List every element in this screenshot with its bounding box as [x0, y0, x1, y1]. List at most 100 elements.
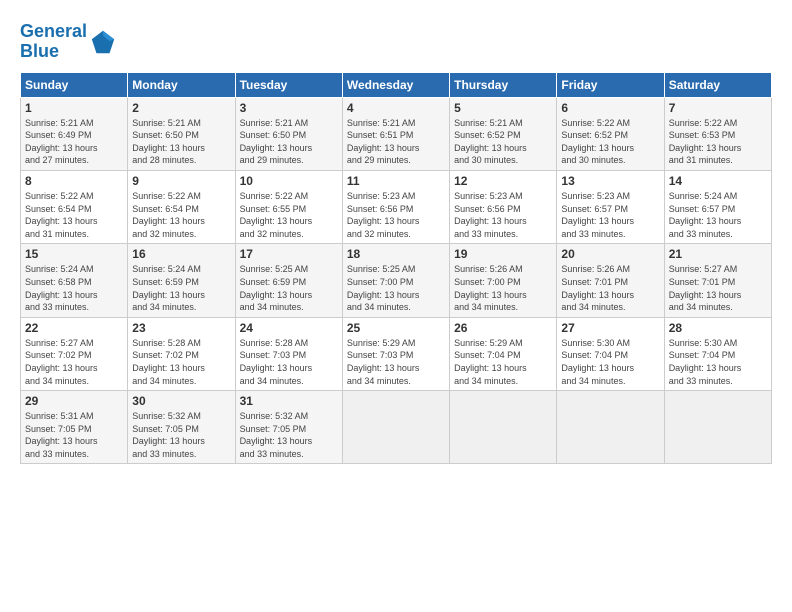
day-number: 4: [347, 101, 445, 115]
day-number: 24: [240, 321, 338, 335]
day-info: Sunrise: 5:22 AMSunset: 6:52 PMDaylight:…: [561, 117, 659, 167]
calendar-day-cell: 11 Sunrise: 5:23 AMSunset: 6:56 PMDayligh…: [342, 170, 449, 243]
calendar-day-cell: 28Sunrise: 5:30 AMSunset: 7:04 PMDayligh…: [664, 317, 771, 390]
calendar-day-cell: 30 Sunrise: 5:32 AMSunset: 7:05 PMDayligh…: [128, 391, 235, 464]
day-number: 10: [240, 174, 338, 188]
calendar-day-cell: 13 Sunrise: 5:23 AMSunset: 6:57 PMDayligh…: [557, 170, 664, 243]
day-info: Sunrise: 5:25 AMSunset: 6:59 PMDaylight:…: [240, 263, 338, 313]
calendar-day-cell: 4 Sunrise: 5:21 AMSunset: 6:51 PMDaylight…: [342, 97, 449, 170]
calendar-day-cell: 1 Sunrise: 5:21 AMSunset: 6:49 PMDaylight…: [21, 97, 128, 170]
day-info: Sunrise: 5:25 AMSunset: 7:00 PMDaylight:…: [347, 263, 445, 313]
calendar-day-cell: 3 Sunrise: 5:21 AMSunset: 6:50 PMDaylight…: [235, 97, 342, 170]
calendar-day-cell: 8Sunrise: 5:22 AMSunset: 6:54 PMDaylight…: [21, 170, 128, 243]
day-info: Sunrise: 5:30 AMSunset: 7:04 PMDaylight:…: [669, 337, 767, 387]
day-info: Sunrise: 5:27 AMSunset: 7:02 PMDaylight:…: [25, 337, 123, 387]
day-number: 9: [132, 174, 230, 188]
day-number: 17: [240, 247, 338, 261]
calendar-day-cell: 17 Sunrise: 5:25 AMSunset: 6:59 PMDayligh…: [235, 244, 342, 317]
day-number: 14: [669, 174, 767, 188]
day-info: Sunrise: 5:23 AMSunset: 6:56 PMDaylight:…: [347, 190, 445, 240]
calendar-day-cell: 9 Sunrise: 5:22 AMSunset: 6:54 PMDaylight…: [128, 170, 235, 243]
day-number: 23: [132, 321, 230, 335]
day-number: 12: [454, 174, 552, 188]
calendar-day-cell: 24 Sunrise: 5:28 AMSunset: 7:03 PMDayligh…: [235, 317, 342, 390]
day-info: Sunrise: 5:29 AMSunset: 7:04 PMDaylight:…: [454, 337, 552, 387]
day-number: 5: [454, 101, 552, 115]
day-info: Sunrise: 5:28 AMSunset: 7:03 PMDaylight:…: [240, 337, 338, 387]
day-number: 30: [132, 394, 230, 408]
day-number: 13: [561, 174, 659, 188]
calendar-day-cell: [664, 391, 771, 464]
calendar-day-cell: 22 Sunrise: 5:27 AMSunset: 7:02 PMDayligh…: [21, 317, 128, 390]
day-number: 27: [561, 321, 659, 335]
calendar-week-row: 22 Sunrise: 5:27 AMSunset: 7:02 PMDayligh…: [21, 317, 772, 390]
day-number: 8: [25, 174, 123, 188]
day-number: 26: [454, 321, 552, 335]
calendar-day-cell: 21 Sunrise: 5:27 AMSunset: 7:01 PMDayligh…: [664, 244, 771, 317]
calendar-day-cell: 18 Sunrise: 5:25 AMSunset: 7:00 PMDayligh…: [342, 244, 449, 317]
calendar-week-row: 29 Sunrise: 5:31 AMSunset: 7:05 PMDayligh…: [21, 391, 772, 464]
day-number: 15: [25, 247, 123, 261]
calendar-table: SundayMondayTuesdayWednesdayThursdayFrid…: [20, 72, 772, 465]
header-day: Sunday: [21, 72, 128, 97]
calendar-week-row: 8 Sunrise: 5:22 AMSunset: 6:54 PMDaylight…: [21, 170, 772, 243]
day-info: Sunrise: 5:27 AMSunset: 7:01 PMDaylight:…: [669, 263, 767, 313]
logo-icon: [89, 28, 117, 56]
day-info: Sunrise: 5:21 AMSunset: 6:49 PMDaylight:…: [25, 117, 123, 167]
day-number: 7: [669, 101, 767, 115]
calendar-day-cell: 14Sunrise: 5:24 AMSunset: 6:57 PMDayligh…: [664, 170, 771, 243]
day-info: Sunrise: 5:22 AMSunset: 6:53 PMDaylight:…: [669, 117, 767, 167]
calendar-day-cell: 25 Sunrise: 5:29 AMSunset: 7:03 PMDayligh…: [342, 317, 449, 390]
header-day: Saturday: [664, 72, 771, 97]
day-number: 3: [240, 101, 338, 115]
day-info: Sunrise: 5:29 AMSunset: 7:03 PMDaylight:…: [347, 337, 445, 387]
day-info: Sunrise: 5:22 AMSunset: 6:54 PMDaylight:…: [132, 190, 230, 240]
day-info: Sunrise: 5:24 AMSunset: 6:59 PMDaylight:…: [132, 263, 230, 313]
calendar-day-cell: [557, 391, 664, 464]
calendar-day-cell: 29 Sunrise: 5:31 AMSunset: 7:05 PMDayligh…: [21, 391, 128, 464]
day-info: Sunrise: 5:21 AMSunset: 6:51 PMDaylight:…: [347, 117, 445, 167]
day-number: 6: [561, 101, 659, 115]
header-day: Monday: [128, 72, 235, 97]
day-info: Sunrise: 5:26 AMSunset: 7:01 PMDaylight:…: [561, 263, 659, 313]
day-info: Sunrise: 5:22 AMSunset: 6:55 PMDaylight:…: [240, 190, 338, 240]
header-day: Tuesday: [235, 72, 342, 97]
day-info: Sunrise: 5:23 AMSunset: 6:57 PMDaylight:…: [561, 190, 659, 240]
day-number: 31: [240, 394, 338, 408]
day-number: 25: [347, 321, 445, 335]
calendar-day-cell: 10 Sunrise: 5:22 AMSunset: 6:55 PMDayligh…: [235, 170, 342, 243]
header-day: Thursday: [450, 72, 557, 97]
calendar-day-cell: 5Sunrise: 5:21 AMSunset: 6:52 PMDaylight…: [450, 97, 557, 170]
day-info: Sunrise: 5:26 AMSunset: 7:00 PMDaylight:…: [454, 263, 552, 313]
calendar-day-cell: 26 Sunrise: 5:29 AMSunset: 7:04 PMDayligh…: [450, 317, 557, 390]
header-day: Wednesday: [342, 72, 449, 97]
day-number: 22: [25, 321, 123, 335]
day-info: Sunrise: 5:21 AMSunset: 6:50 PMDaylight:…: [240, 117, 338, 167]
day-number: 1: [25, 101, 123, 115]
logo-text: General Blue: [20, 22, 87, 62]
calendar-day-cell: 16Sunrise: 5:24 AMSunset: 6:59 PMDayligh…: [128, 244, 235, 317]
calendar-day-cell: 27 Sunrise: 5:30 AMSunset: 7:04 PMDayligh…: [557, 317, 664, 390]
day-info: Sunrise: 5:31 AMSunset: 7:05 PMDaylight:…: [25, 410, 123, 460]
day-info: Sunrise: 5:30 AMSunset: 7:04 PMDaylight:…: [561, 337, 659, 387]
day-info: Sunrise: 5:32 AMSunset: 7:05 PMDaylight:…: [240, 410, 338, 460]
day-number: 21: [669, 247, 767, 261]
calendar-day-cell: 19 Sunrise: 5:26 AMSunset: 7:00 PMDayligh…: [450, 244, 557, 317]
day-number: 19: [454, 247, 552, 261]
page-header: General Blue: [20, 16, 772, 62]
header-row: SundayMondayTuesdayWednesdayThursdayFrid…: [21, 72, 772, 97]
day-number: 29: [25, 394, 123, 408]
day-info: Sunrise: 5:32 AMSunset: 7:05 PMDaylight:…: [132, 410, 230, 460]
day-info: Sunrise: 5:24 AMSunset: 6:58 PMDaylight:…: [25, 263, 123, 313]
calendar-day-cell: 7 Sunrise: 5:22 AMSunset: 6:53 PMDaylight…: [664, 97, 771, 170]
calendar-day-cell: 15 Sunrise: 5:24 AMSunset: 6:58 PMDayligh…: [21, 244, 128, 317]
calendar-day-cell: 31 Sunrise: 5:32 AMSunset: 7:05 PMDayligh…: [235, 391, 342, 464]
day-info: Sunrise: 5:28 AMSunset: 7:02 PMDaylight:…: [132, 337, 230, 387]
day-number: 18: [347, 247, 445, 261]
day-number: 2: [132, 101, 230, 115]
calendar-day-cell: 12Sunrise: 5:23 AMSunset: 6:56 PMDayligh…: [450, 170, 557, 243]
header-day: Friday: [557, 72, 664, 97]
day-number: 20: [561, 247, 659, 261]
day-number: 11: [347, 174, 445, 188]
calendar-week-row: 1 Sunrise: 5:21 AMSunset: 6:49 PMDaylight…: [21, 97, 772, 170]
